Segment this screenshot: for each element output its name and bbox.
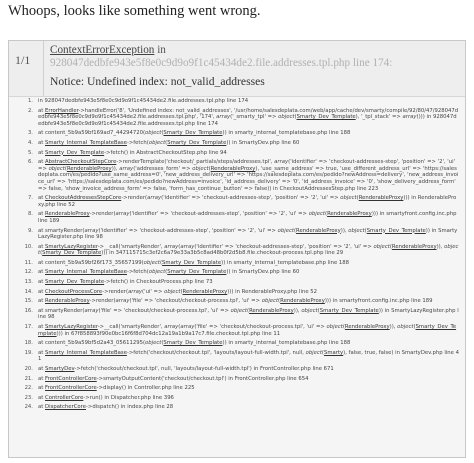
trace-row-text: at content_5b9a59bf169ad7_44294720(objec… [38, 130, 351, 137]
trace-row-number: 17. [24, 324, 33, 331]
trace-row: 21. at FrontControllerCore->smartyOutputC… [9, 376, 459, 383]
trace-row-text: at SmartyDev->fetch('checkout/checkout.t… [38, 366, 334, 372]
trace-row: 9. at smartyRender(array('identifier' => … [9, 228, 459, 241]
error-page: Whoops, looks like something went wrong.… [0, 0, 474, 463]
trace-row-number: 16. [24, 307, 33, 314]
exception-counter: 1/1 [15, 53, 31, 67]
trace-row-text: at ControllerCore->run() in Dispatcher.p… [38, 394, 174, 401]
trace-row-text: at Smarty_Internal_TemplateBase->fetch(o… [38, 139, 300, 146]
trace-row-text: at DispatcherCore->dispatch() in index.p… [38, 404, 174, 411]
trace-row-text: at RenderableProxy->render(array('file' … [38, 298, 433, 305]
trace-row-text: at smartyRender(array('file' => 'checkou… [38, 307, 459, 321]
page-title: Whoops, looks like something went wrong. [8, 3, 261, 19]
trace-row-number: 1. [27, 98, 33, 104]
trace-row-text: at FrontControllerCore->smartyOutputCont… [38, 375, 309, 382]
trace-row-number: 15. [24, 298, 33, 305]
trace-row: 19. at Smarty_Internal_TemplateBase->fetc… [9, 350, 459, 363]
trace-row-number: 13. [24, 279, 33, 286]
trace-row-text: at SmartyLazyRegister->__call('smartyRen… [38, 324, 457, 337]
trace-row-number: 19. [24, 349, 33, 356]
trace-row-text: at CheckoutAddressesStepCore->render(arr… [38, 195, 457, 208]
trace-row-text: at Smarty_Internal_TemplateBase->fetch(o… [38, 269, 300, 276]
trace-row-text: at FrontControllerCore->display() in Con… [38, 385, 195, 392]
stack-trace: 1. in 928047dedbfe943e5f8e0c9d9o9f1c45434… [9, 98, 465, 414]
exception-class-link[interactable]: ContextErrorException [50, 44, 154, 56]
trace-row: 17. at SmartyLazyRegister->__call('smarty… [9, 324, 459, 337]
trace-row: 2. at ErrorHandler->handleError('8', 'Und… [9, 108, 459, 128]
exception-file: 928047dedbfe943e5f8e0c9d9o9f1c45434de2.f… [50, 57, 351, 69]
trace-row-text: at Smarty_Dev_Template->fetch() in Check… [38, 279, 213, 286]
trace-row: 4. at Smarty_Internal_TemplateBase->fetch… [9, 140, 459, 147]
trace-row: 3. at content_5b9a59bf169ad7_44294720(obj… [9, 130, 459, 137]
trace-row: 12. at Smarty_Internal_TemplateBase->fetc… [9, 269, 459, 276]
trace-row: 14. at CheckoutProcessCore->render(array(… [9, 289, 459, 296]
trace-row-text: at content_5b9a59bf26f173_35657199(objec… [38, 259, 350, 266]
trace-row: 16. at smartyRender(array('file' => 'chec… [9, 308, 459, 321]
trace-row: 10. at SmartyLazyRegister->__call('smarty… [9, 244, 459, 257]
trace-row: 1. in 928047dedbfe943e5f8e0c9d9o9f1c45434… [9, 98, 459, 105]
trace-row-number: 8. [27, 211, 33, 218]
exception-title: ContextErrorException in 928047dedbfe943… [50, 44, 460, 70]
trace-row: 5. at Smarty_Dev_Template->fetch() in Abs… [9, 150, 459, 157]
header-divider [43, 41, 44, 96]
exception-block: 1/1 ContextErrorException in 928047dedbf… [8, 40, 466, 458]
trace-row-number: 11. [24, 259, 33, 266]
trace-row: 15. at RenderableProxy->render(array('fil… [9, 298, 459, 305]
exception-header: 1/1 ContextErrorException in 928047dedbf… [9, 41, 465, 97]
trace-row-number: 14. [24, 288, 33, 295]
trace-row-number: 24. [24, 404, 33, 411]
exception-line: line 174: [352, 57, 393, 69]
trace-row-text: at Smarty_Internal_TemplateBase->fetch('… [38, 349, 459, 363]
trace-row: 23. at ControllerCore->run() in Dispatche… [9, 395, 459, 402]
trace-row-text: at SmartyLazyRegister->__call('smartyRen… [38, 243, 459, 257]
trace-row-number: 4. [27, 139, 33, 146]
trace-row-number: 12. [24, 269, 33, 276]
trace-row-text: at Smarty_Dev_Template->fetch() in Abstr… [38, 149, 227, 156]
trace-row-text: at content_5b9a59bf5d2a43_05611295(objec… [38, 340, 351, 347]
trace-row: 22. at FrontControllerCore->display() in … [9, 385, 459, 392]
trace-row-text: at ErrorHandler->handleError('8', 'Undef… [38, 107, 459, 127]
trace-row-text: at AbstractCheckoutStepCore->renderTempl… [38, 159, 459, 192]
trace-row: 13. at Smarty_Dev_Template->fetch() in Ch… [9, 279, 459, 286]
trace-row-number: 6. [27, 159, 33, 166]
trace-row: 11. at content_5b9a59bf26f173_35657199(ob… [9, 260, 459, 267]
trace-row: 7. at CheckoutAddressesStepCore->render(a… [9, 195, 459, 208]
trace-row-number: 3. [27, 130, 33, 137]
trace-row-text: at smartyRender(array('identifier' => 'c… [38, 227, 458, 241]
trace-row: 20. at SmartyDev->fetch('checkout/checkou… [9, 366, 459, 373]
trace-row-number: 9. [27, 227, 33, 234]
exception-message: Notice: Undefined index: not_valid_addre… [50, 75, 265, 88]
exception-in-word: in [157, 44, 166, 56]
trace-row-number: 5. [27, 149, 33, 156]
trace-row: 18. at content_5b9a59bf5d2a43_05611295(ob… [9, 340, 459, 347]
trace-row-number: 22. [24, 385, 33, 392]
trace-row: 6. at AbstractCheckoutStepCore->renderTem… [9, 159, 459, 192]
trace-row-number: 7. [27, 195, 33, 202]
trace-row-number: 2. [27, 107, 33, 114]
trace-row: 24. at DispatcherCore->dispatch() in inde… [9, 404, 459, 411]
trace-row-number: 20. [24, 366, 33, 372]
trace-row: 8. at RenderableProxy->render(array('iden… [9, 211, 459, 224]
trace-row-text: in 928047dedbfe943e5f8e0c9d9o9f1c45434de… [38, 98, 249, 104]
trace-row-number: 10. [24, 243, 33, 250]
trace-row-number: 21. [24, 375, 33, 382]
trace-row-number: 23. [24, 394, 33, 401]
trace-row-text: at RenderableProxy->render(array('identi… [38, 211, 457, 224]
trace-row-text: at CheckoutProcessCore->render(array('ui… [38, 288, 318, 295]
trace-row-number: 18. [24, 340, 33, 347]
